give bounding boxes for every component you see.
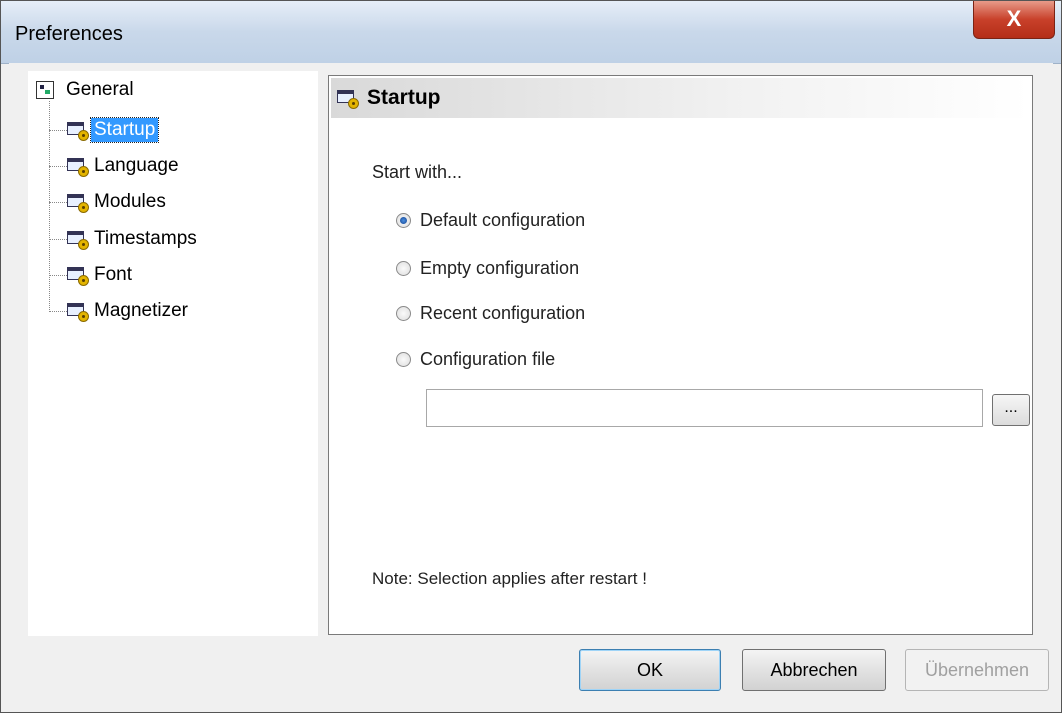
window-gear-icon <box>67 158 89 177</box>
start-with-label: Start with... <box>372 162 463 182</box>
tree-item-modules[interactable]: Modules <box>49 188 169 216</box>
cancel-button[interactable]: Abbrechen <box>742 649 886 691</box>
tree-item-language[interactable]: Language <box>49 152 182 180</box>
option-label: Default configuration <box>420 210 586 230</box>
tree-item-label: Language <box>94 155 179 176</box>
tree-item-font[interactable]: Font <box>49 261 135 289</box>
panel-header: Startup <box>331 78 1030 118</box>
close-icon: X <box>1006 6 1022 31</box>
tree-connector <box>49 238 67 240</box>
window-gear-icon <box>67 267 89 286</box>
preferences-dialog: Preferences X General Startup Language M… <box>0 0 1062 713</box>
panel-title: Startup <box>367 86 441 109</box>
restart-note: Note: Selection applies after restart ! <box>372 569 647 588</box>
window-gear-icon <box>67 231 89 250</box>
option-empty-configuration[interactable]: Empty configuration <box>396 258 579 279</box>
window-title: Preferences <box>15 23 123 45</box>
browse-button[interactable]: ... <box>992 394 1030 426</box>
tree-connector <box>49 274 67 276</box>
tree-connector <box>49 310 67 312</box>
tree-connector <box>49 201 67 203</box>
tree-root-label: General <box>66 79 134 100</box>
tree-item-label: Font <box>94 264 133 285</box>
tree-connector <box>49 129 67 131</box>
title-bar: Preferences X <box>1 1 1061 64</box>
ok-button[interactable]: OK <box>579 649 721 691</box>
option-label: Recent configuration <box>420 303 586 323</box>
category-tree: General Startup Language Modules Timesta… <box>28 71 318 636</box>
startup-panel: Startup Start with... Default configurat… <box>328 75 1033 635</box>
window-gear-icon <box>67 194 89 213</box>
radio-button[interactable] <box>396 261 411 276</box>
tree-item-timestamps[interactable]: Timestamps <box>49 225 200 253</box>
window-gear-icon <box>337 90 359 109</box>
tree-item-label: Timestamps <box>94 228 197 249</box>
tree-item-magnetizer[interactable]: Magnetizer <box>49 297 191 325</box>
option-label: Configuration file <box>420 349 556 369</box>
option-recent-configuration[interactable]: Recent configuration <box>396 303 585 324</box>
tree-connector <box>49 165 67 167</box>
tree-item-label: Modules <box>94 191 166 212</box>
option-default-configuration[interactable]: Default configuration <box>396 210 585 231</box>
apply-button[interactable]: Übernehmen <box>905 649 1049 691</box>
option-label: Empty configuration <box>420 258 580 278</box>
tree-root-general[interactable]: General <box>36 79 134 101</box>
tree-item-label: Magnetizer <box>94 300 188 321</box>
tree-item-startup[interactable]: Startup <box>49 116 160 144</box>
option-configuration-file[interactable]: Configuration file <box>396 349 555 370</box>
tree-item-label: Startup <box>89 117 160 143</box>
window-gear-icon <box>67 303 89 322</box>
tree-root-icon <box>36 81 54 99</box>
configuration-file-input[interactable] <box>426 389 983 427</box>
radio-button[interactable] <box>396 306 411 321</box>
window-gear-icon <box>67 122 89 141</box>
radio-button[interactable] <box>396 213 411 228</box>
radio-button[interactable] <box>396 352 411 367</box>
close-button[interactable]: X <box>973 1 1055 39</box>
